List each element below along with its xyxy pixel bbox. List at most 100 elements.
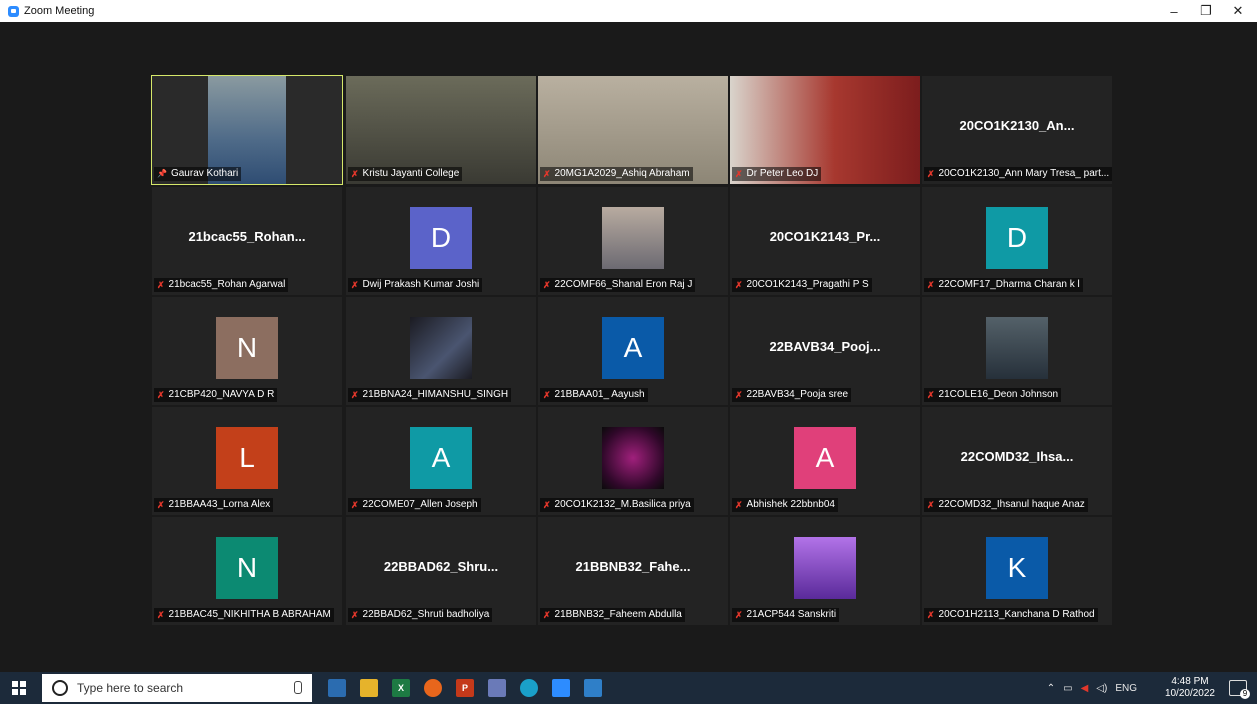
tray-app-icon[interactable]: ◀ bbox=[1081, 683, 1089, 694]
participant-tile[interactable]: A ✗ Abhishek 22bbnb04 bbox=[730, 407, 920, 515]
participant-profile-photo bbox=[794, 537, 856, 599]
participant-name: 21BBNB32_Faheem Abdulla bbox=[554, 609, 682, 620]
participant-name-label: ✗ 20CO1H2113_Kanchana D Rathod bbox=[924, 608, 1098, 622]
participant-name: Kristu Jayanti College bbox=[362, 168, 460, 179]
participant-name-label: ✗ 22COMF17_Dharma Charan k l bbox=[924, 278, 1083, 292]
participant-name-label: ✗ 20MG1A2029_Ashiq Abraham bbox=[540, 167, 693, 181]
participant-name-label: ✗ 22BAVB34_Pooja sree bbox=[732, 388, 852, 402]
powerpoint-icon[interactable]: P bbox=[456, 679, 474, 697]
excel-icon[interactable]: X bbox=[392, 679, 410, 697]
edge-icon[interactable] bbox=[520, 679, 538, 697]
participant-tile[interactable]: N ✗ 21CBP420_NAVYA D R bbox=[152, 297, 342, 405]
notification-icon[interactable]: 9 bbox=[1229, 680, 1250, 699]
muted-mic-icon: ✗ bbox=[157, 610, 165, 620]
taskbar-search-box[interactable]: Type here to search bbox=[42, 674, 312, 702]
chevron-up-icon[interactable]: ⌃ bbox=[1047, 683, 1055, 694]
participant-display-name: 20CO1K2143_Pr... bbox=[769, 229, 881, 244]
participant-tile[interactable]: 20CO1K2130_An... ✗ 20CO1K2130_Ann Mary Tre… bbox=[922, 76, 1112, 184]
participant-name: 20CO1H2113_Kanchana D Rathod bbox=[938, 609, 1095, 620]
participant-tile[interactable]: ✗ 21COLE16_Deon Johnson bbox=[922, 297, 1112, 405]
participant-name-label: ✗ 22COMF66_Shanal Eron Raj J bbox=[540, 278, 696, 292]
muted-mic-icon: ✗ bbox=[927, 280, 935, 290]
participant-name: 21BBAA43_Lorna Alex bbox=[168, 499, 271, 510]
participant-display-name: 21BBNB32_Fahe... bbox=[575, 559, 691, 574]
microphone-icon[interactable] bbox=[294, 681, 302, 694]
muted-mic-icon: ✗ bbox=[735, 169, 743, 179]
participant-tile[interactable]: 📌 Gaurav Kothari bbox=[151, 75, 343, 185]
muted-mic-icon: ✗ bbox=[543, 280, 551, 290]
participant-name: 22COMD32_Ihsanul haque Anaz bbox=[938, 499, 1085, 510]
participant-tile[interactable]: L ✗ 21BBAA43_Lorna Alex bbox=[152, 407, 342, 515]
zoom-taskbar-icon[interactable] bbox=[552, 679, 570, 697]
participant-tile[interactable]: 21bcac55_Rohan... ✗ 21bcac55_Rohan Agarwal bbox=[152, 187, 342, 295]
volume-icon[interactable]: ◁) bbox=[1096, 683, 1107, 694]
participant-tile[interactable]: ✗ 20CO1K2132_M.Basilica priya bbox=[538, 407, 728, 515]
taskbar-clock[interactable]: 4:48 PM 10/20/2022 bbox=[1165, 676, 1215, 700]
photos-icon[interactable] bbox=[584, 679, 602, 697]
participant-tile[interactable]: ✗ Kristu Jayanti College bbox=[346, 76, 536, 184]
participant-name: Dr Peter Leo DJ bbox=[746, 168, 819, 179]
participant-name-label: ✗ Dr Peter Leo DJ bbox=[732, 167, 822, 181]
participant-tile[interactable]: 22COMD32_Ihsa... ✗ 22COMD32_Ihsanul haque … bbox=[922, 407, 1112, 515]
close-button[interactable]: ✕ bbox=[1223, 0, 1253, 22]
participant-tile[interactable]: D ✗ Dwij Prakash Kumar Joshi bbox=[346, 187, 536, 295]
participant-tile[interactable]: ✗ Dr Peter Leo DJ bbox=[730, 76, 920, 184]
participant-name-label: ✗ 20CO1K2132_M.Basilica priya bbox=[540, 498, 694, 512]
participant-tile[interactable]: ✗ 21BBNA24_HIMANSHU_SINGH bbox=[346, 297, 536, 405]
muted-mic-icon: ✗ bbox=[351, 169, 359, 179]
participant-profile-photo bbox=[410, 317, 472, 379]
participant-display-name: 22BAVB34_Pooj... bbox=[769, 339, 881, 354]
participant-tile[interactable]: A ✗ 22COME07_Allen Joseph bbox=[346, 407, 536, 515]
participant-name: 20CO1K2132_M.Basilica priya bbox=[554, 499, 691, 510]
muted-mic-icon: ✗ bbox=[927, 610, 935, 620]
participant-name: 21CBP420_NAVYA D R bbox=[168, 389, 275, 400]
muted-mic-icon: ✗ bbox=[543, 500, 551, 510]
muted-mic-icon: ✗ bbox=[735, 280, 743, 290]
task-view-icon[interactable] bbox=[328, 679, 346, 697]
language-indicator[interactable]: ENG bbox=[1115, 683, 1137, 694]
muted-mic-icon: ✗ bbox=[927, 169, 935, 179]
participant-tile[interactable]: D ✗ 22COMF17_Dharma Charan k l bbox=[922, 187, 1112, 295]
muted-mic-icon: ✗ bbox=[351, 390, 359, 400]
muted-mic-icon: ✗ bbox=[543, 169, 551, 179]
participant-name-label: ✗ Kristu Jayanti College bbox=[348, 167, 463, 181]
participant-name-label: ✗ 21CBP420_NAVYA D R bbox=[154, 388, 278, 402]
participant-name: 20MG1A2029_Ashiq Abraham bbox=[554, 168, 690, 179]
participant-tile[interactable]: N ✗ 21BBAC45_NIKHITHA B ABRAHAM bbox=[152, 517, 342, 625]
windows-start-icon[interactable] bbox=[12, 681, 26, 695]
participant-tile[interactable]: ✗ 20MG1A2029_Ashiq Abraham bbox=[538, 76, 728, 184]
participant-name-label: ✗ 21BBNB32_Faheem Abdulla bbox=[540, 608, 685, 622]
participant-tile[interactable]: ✗ 22COMF66_Shanal Eron Raj J bbox=[538, 187, 728, 295]
muted-mic-icon: ✗ bbox=[735, 390, 743, 400]
participant-tile[interactable]: 20CO1K2143_Pr... ✗ 20CO1K2143_Pragathi P S bbox=[730, 187, 920, 295]
participant-tile[interactable]: 22BAVB34_Pooj... ✗ 22BAVB34_Pooja sree bbox=[730, 297, 920, 405]
cortana-icon bbox=[52, 680, 68, 696]
firefox-icon[interactable] bbox=[424, 679, 442, 697]
muted-mic-icon: ✗ bbox=[735, 500, 743, 510]
participant-tile[interactable]: K ✗ 20CO1H2113_Kanchana D Rathod bbox=[922, 517, 1112, 625]
participant-avatar: D bbox=[410, 207, 472, 269]
muted-mic-icon: ✗ bbox=[351, 500, 359, 510]
participant-avatar: N bbox=[216, 537, 278, 599]
participant-tile[interactable]: ✗ 21ACP544 Sanskriti bbox=[730, 517, 920, 625]
clock-time: 4:48 PM bbox=[1171, 676, 1209, 687]
participant-tile[interactable]: 22BBAD62_Shru... ✗ 22BBAD62_Shruti badholi… bbox=[346, 517, 536, 625]
restore-button[interactable]: ❐ bbox=[1191, 0, 1221, 22]
participant-profile-photo bbox=[602, 427, 664, 489]
participant-name: 21BBAC45_NIKHITHA B ABRAHAM bbox=[168, 609, 331, 620]
minimize-button[interactable]: – bbox=[1159, 0, 1189, 22]
participant-name: 20CO1K2143_Pragathi P S bbox=[746, 279, 869, 290]
file-explorer-icon[interactable] bbox=[360, 679, 378, 697]
participant-tile[interactable]: 21BBNB32_Fahe... ✗ 21BBNB32_Faheem Abdulla bbox=[538, 517, 728, 625]
participant-tile[interactable]: A ✗ 21BBAA01_ Aayush bbox=[538, 297, 728, 405]
participant-avatar: N bbox=[216, 317, 278, 379]
participant-name-label: ✗ Dwij Prakash Kumar Joshi bbox=[348, 278, 483, 292]
participant-name-label: ✗ 22COMD32_Ihsanul haque Anaz bbox=[924, 498, 1088, 512]
network-icon[interactable]: ▭ bbox=[1063, 683, 1072, 694]
participant-name-label: ✗ 21BBNA24_HIMANSHU_SINGH bbox=[348, 388, 512, 402]
muted-mic-icon: ✗ bbox=[351, 280, 359, 290]
participant-name: 22BAVB34_Pooja sree bbox=[746, 389, 849, 400]
app-icon[interactable] bbox=[488, 679, 506, 697]
system-tray: ⌃ ▭ ◀ ◁) ENG bbox=[1047, 672, 1137, 704]
participant-name-label: ✗ 20CO1K2143_Pragathi P S bbox=[732, 278, 872, 292]
